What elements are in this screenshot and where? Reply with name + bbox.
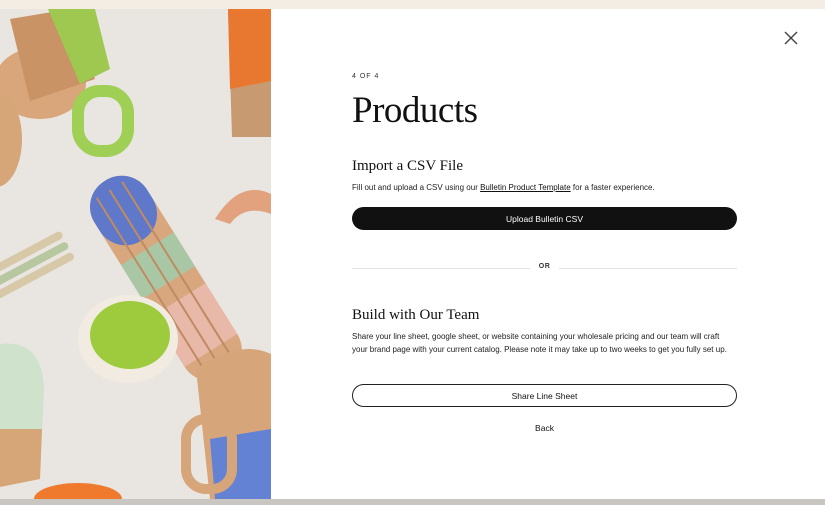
team-description: Share your line sheet, google sheet, or … xyxy=(352,332,727,354)
csv-description-text: Fill out and upload a CSV using our xyxy=(352,183,481,192)
back-link[interactable]: Back xyxy=(352,423,737,433)
or-divider: OR xyxy=(352,262,737,274)
share-line-sheet-button[interactable]: Share Line Sheet xyxy=(352,384,737,407)
onboarding-modal: 4 OF 4 Products Import a CSV File Fill o… xyxy=(0,9,825,499)
upload-csv-button[interactable]: Upload Bulletin CSV xyxy=(352,207,737,230)
team-section-heading: Build with Our Team xyxy=(352,307,480,323)
csv-description-end: for a faster experience. xyxy=(570,183,655,192)
close-button[interactable] xyxy=(782,29,800,47)
csv-description: Fill out and upload a CSV using our Bull… xyxy=(352,181,737,194)
csv-section-heading: Import a CSV File xyxy=(352,158,463,174)
backdrop-strip xyxy=(0,499,825,505)
ceramics-photo xyxy=(0,9,271,499)
page-title: Products xyxy=(352,90,478,131)
close-icon xyxy=(784,31,798,45)
product-template-link[interactable]: Bulletin Product Template xyxy=(480,183,571,192)
divider-line-right xyxy=(559,268,737,269)
step-indicator: 4 OF 4 xyxy=(352,73,380,80)
